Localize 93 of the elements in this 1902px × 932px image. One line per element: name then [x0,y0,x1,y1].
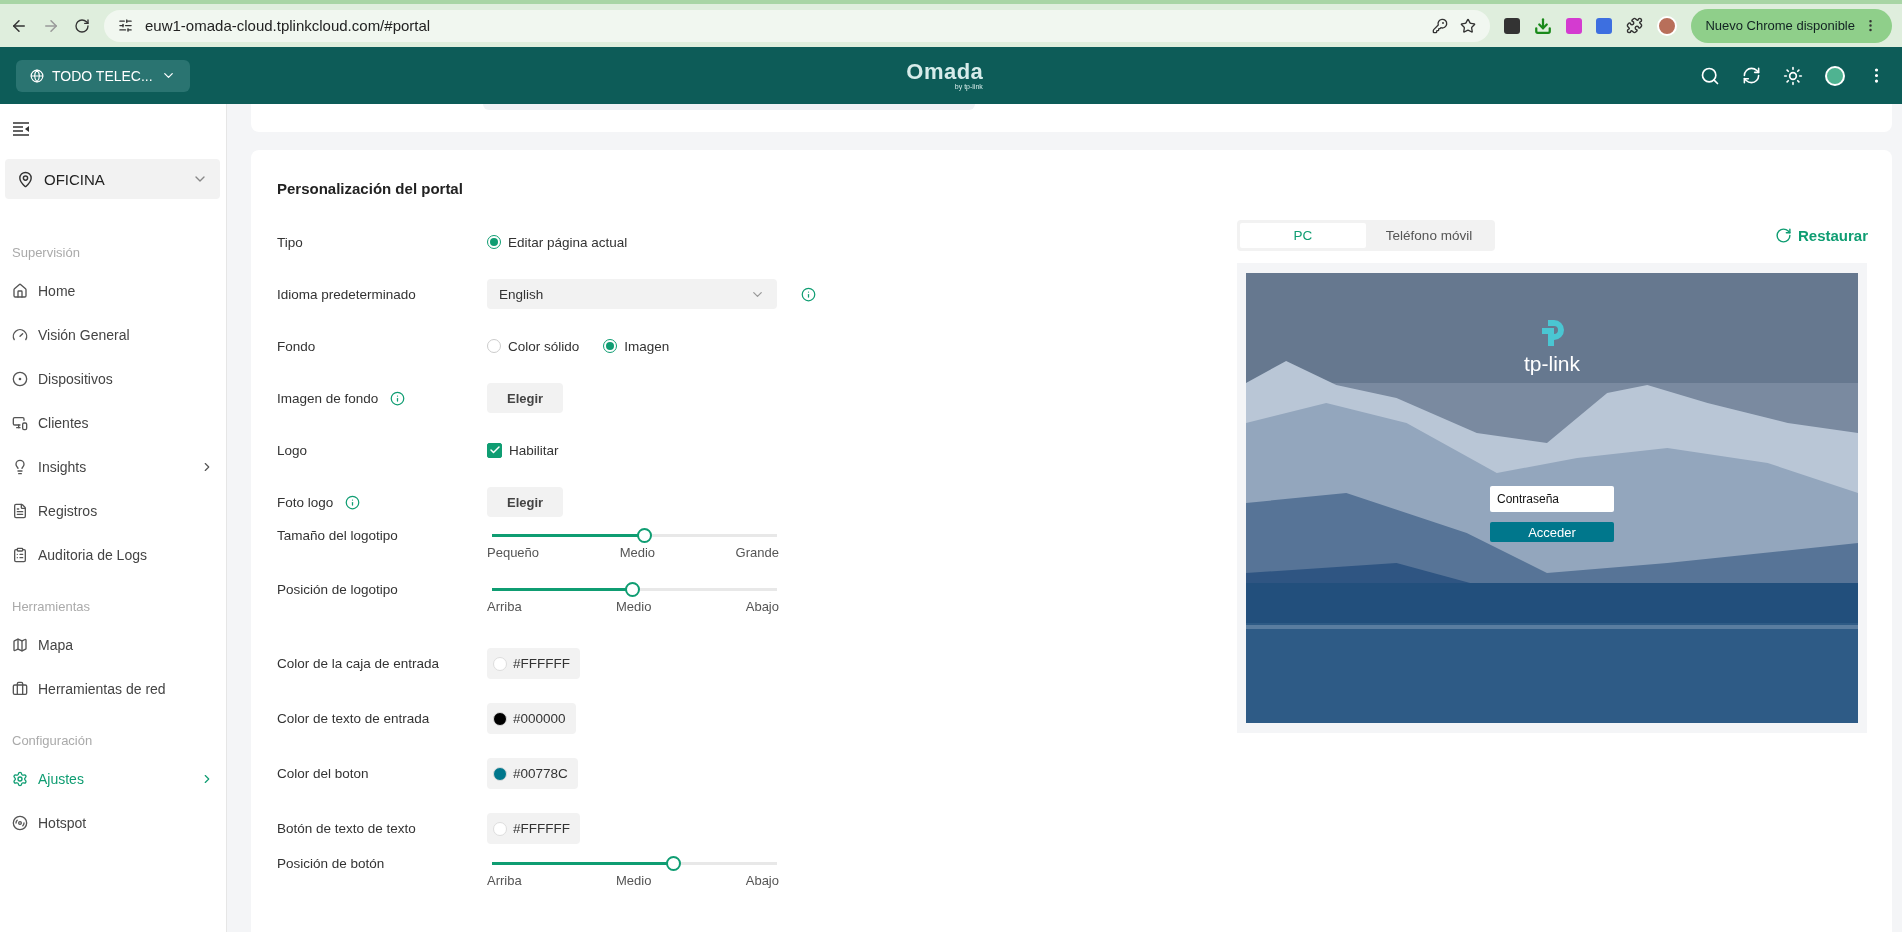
slider-label: Medio [616,599,652,614]
section-title: Personalización del portal [277,178,464,199]
site-dropdown[interactable]: OFICINA [5,159,220,199]
update-button[interactable]: Nuevo Chrome disponible [1691,8,1892,43]
field-label: Fondo [277,338,316,354]
radio-label: Color sólido [508,338,580,354]
password-field[interactable]: Contraseña [1490,486,1614,512]
nav-item[interactable]: Clientes [0,401,226,445]
info-icon[interactable] [345,494,361,510]
star-icon[interactable] [1460,17,1477,34]
briefcase-icon [12,681,28,697]
site-settings-icon[interactable] [118,18,133,33]
extension-icon[interactable] [1504,17,1521,34]
info-icon[interactable] [801,286,816,302]
slider-thumb[interactable] [636,528,652,543]
slider-label: Abajo [745,599,779,614]
radio-label: Imagen [624,338,670,354]
slider-label: Pequeño [487,545,540,560]
field-label: Color de texto de entrada [277,711,430,726]
color-field[interactable]: #FFFFFF [487,813,580,844]
slider-label: Abajo [745,873,779,888]
choose-button[interactable]: Elegir [487,487,564,517]
disc-icon [12,815,28,831]
refresh-icon[interactable] [1742,66,1761,85]
nav-item[interactable]: Insights [0,445,226,489]
section-title: Configuración [11,731,94,750]
refresh-icon [1774,227,1792,244]
location-pin-icon [17,170,34,188]
download-icon[interactable] [1534,16,1553,35]
tab[interactable]: PC [1240,223,1366,248]
field-label: Color de la caja de entrada [277,656,440,671]
target-icon [12,371,28,387]
tab[interactable]: Teléfono móvil [1366,223,1492,248]
sun-icon[interactable] [1783,65,1803,86]
map-icon [12,637,28,653]
choose-button[interactable]: Elegir [487,383,564,413]
login-button[interactable]: Acceder [1490,522,1614,542]
section-title: Herramientas [11,597,92,616]
nav-item[interactable]: Mapa [0,623,226,667]
nav-item[interactable]: Auditoria de Logs [0,533,226,577]
slider-label: Arriba [487,873,522,888]
nav-item[interactable]: Registros [0,489,226,533]
field-label: Tamaño del logotipo [277,528,398,543]
user-avatar[interactable] [1825,65,1845,86]
color-field[interactable]: #00778C [487,758,578,789]
url-text: euw1-omada-cloud.tplinkcloud.com/#portal [145,17,432,34]
nav-item[interactable]: Hotspot [0,801,226,845]
field-label: Idioma predeterminado [277,286,416,302]
search-icon[interactable] [1700,65,1720,86]
radio-label: Editar página actual [508,234,628,250]
field-label: Color del boton [277,766,369,781]
field-label: Botón de texto de texto [277,821,416,836]
checkbox-label: Habilitar [509,442,559,458]
slider-label: Grande [735,545,779,560]
section-title: Supervisión [11,243,81,262]
slider-label: Medio [619,545,656,560]
field-label: Posición de logotipo [277,582,398,597]
field-label: Logo [277,442,308,458]
language-dropdown[interactable]: English [487,279,777,309]
settings-icon [12,771,28,787]
gauge-icon [12,327,28,343]
lightbulb-icon [12,459,28,475]
address-bar[interactable]: euw1-omada-cloud.tplinkcloud.com/#portal [104,9,1491,42]
slider-thumb[interactable] [625,582,640,597]
list-icon [12,547,28,563]
nav-item[interactable]: Dispositivos [0,357,226,401]
info-icon[interactable] [390,390,406,406]
slider-label: Medio [616,873,652,888]
nav-item[interactable]: Ajustes [0,757,226,801]
nav-item[interactable]: Herramientas de red [0,667,226,711]
nav-item[interactable]: Home [0,269,226,313]
profile-avatar[interactable] [1657,15,1678,36]
color-field[interactable]: #000000 [487,703,576,734]
checkbox[interactable] [487,442,502,458]
key-icon[interactable] [1432,17,1449,34]
collapse-menu-icon[interactable] [12,122,30,136]
field-label: Posición de botón [277,856,385,871]
logo-text: Omada [906,61,984,83]
home-icon [12,283,28,299]
nav-item[interactable]: Visión General [0,313,226,357]
globe-icon [30,68,44,83]
puzzle-icon[interactable] [1626,17,1644,34]
slider-thumb[interactable] [665,856,681,871]
field-label: Tipo [277,234,303,250]
brand-text: tp-link [1524,352,1580,376]
reload-icon[interactable] [74,17,90,34]
field-label: Foto logo [277,494,334,510]
site-selector[interactable]: TODO TELEC... [16,59,190,92]
color-field[interactable]: #FFFFFF [487,648,580,679]
slider-label: Arriba [487,599,522,614]
field-label: Imagen de fondo [277,390,379,406]
devices-icon [12,415,28,431]
document-icon [12,503,28,519]
